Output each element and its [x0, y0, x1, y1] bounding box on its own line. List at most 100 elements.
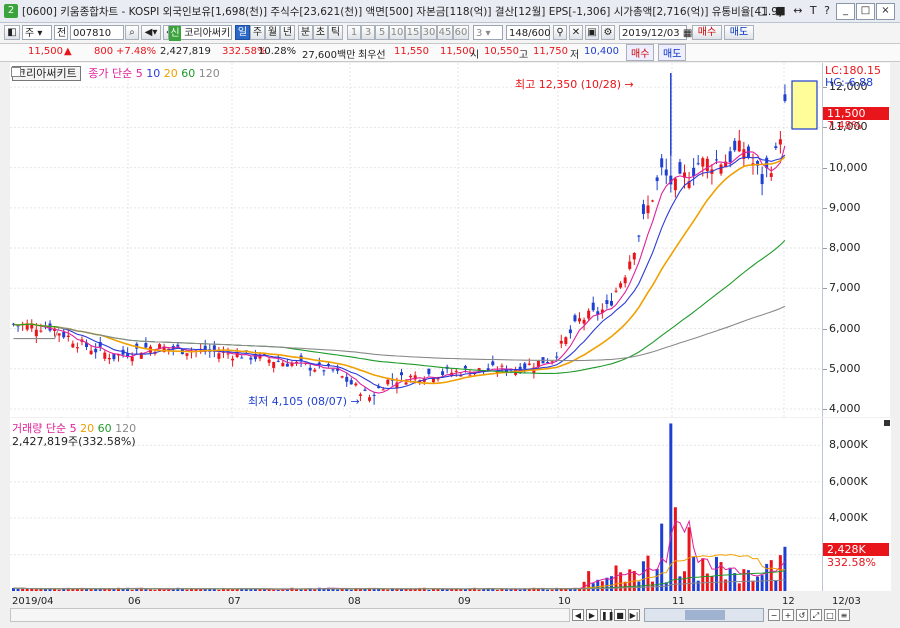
zoom-out-icon[interactable]: − — [768, 609, 780, 621]
candle-body — [714, 159, 718, 161]
stop-icon[interactable]: ■ — [614, 609, 626, 621]
zoom-scrollbar[interactable] — [644, 608, 764, 622]
reset-icon[interactable]: ↺ — [796, 609, 808, 621]
expand-icon[interactable]: □ — [824, 609, 836, 621]
quote-best-ask: 11,550 — [394, 46, 429, 57]
volume-bar — [724, 579, 728, 591]
date-value: 2019/12/03 — [622, 28, 680, 39]
stock-name-box[interactable]: 코리아써키트 — [12, 66, 81, 81]
period-year[interactable]: 년 — [280, 25, 295, 40]
volume-bar — [349, 589, 353, 591]
volume-menu-icon[interactable] — [884, 420, 890, 426]
candle-body — [176, 344, 180, 347]
play-icon[interactable]: ▶ — [586, 609, 598, 621]
stock-prefix[interactable]: 전 — [54, 25, 68, 40]
interval-3[interactable]: 3 — [361, 25, 375, 40]
candle-body — [619, 283, 623, 288]
volume-bar — [550, 589, 554, 591]
date-field[interactable]: 2019/12/03 ▦ — [619, 25, 692, 40]
current-price-pct: 7.48% — [827, 119, 862, 132]
buy-button[interactable]: 매수 — [692, 25, 722, 40]
fill-icon[interactable]: ■ — [775, 4, 785, 17]
zoom-thumb[interactable] — [685, 610, 725, 620]
interval-10[interactable]: 10 — [389, 25, 405, 40]
candle-body — [546, 361, 550, 363]
window-badge: 2 — [4, 4, 18, 18]
sound-icon[interactable]: ◀▾ — [141, 25, 161, 40]
interval-15[interactable]: 15 — [405, 25, 421, 40]
price-tick-mark-5 — [823, 288, 827, 290]
title-icon-group: □ ■ ↔ T ? — [753, 4, 830, 17]
resize-icon[interactable]: ↔ — [793, 4, 802, 17]
candle-body — [363, 389, 367, 391]
count-max: /600 — [528, 28, 551, 39]
search-settings-icon[interactable]: ⚲ — [553, 25, 567, 40]
candle-body — [331, 369, 335, 371]
fit-icon[interactable]: ⤢ — [810, 609, 822, 621]
interval-45[interactable]: 45 — [437, 25, 453, 40]
panel-toggle-icon[interactable]: ◧ — [4, 25, 20, 40]
candle-body — [272, 362, 276, 368]
stock-name: 코리아써키 — [184, 28, 231, 39]
sell-button[interactable]: 매도 — [724, 25, 754, 40]
text-icon[interactable]: T — [810, 4, 817, 17]
horizontal-scrollbar[interactable] — [10, 608, 570, 622]
market-select-value: 주 — [25, 28, 35, 39]
price-tick-mark-2 — [823, 167, 827, 169]
candle-body — [231, 358, 235, 361]
candle-body — [62, 331, 66, 338]
candle-body — [57, 333, 61, 336]
candle-body — [769, 173, 773, 177]
search-icon[interactable]: ⌕ — [125, 25, 139, 40]
settings-small-icon[interactable]: ≡ — [838, 609, 850, 621]
minimize-button[interactable]: _ — [836, 3, 855, 20]
crosshair-icon[interactable]: ✕ — [569, 25, 583, 40]
layout-icon[interactable]: □ — [757, 4, 767, 17]
period-day[interactable]: 일 — [235, 25, 250, 40]
volume-bar — [641, 561, 645, 591]
quote-volume: 2,427,819 — [160, 46, 211, 57]
close-button[interactable]: × — [876, 3, 895, 20]
quote-buy-button[interactable]: 매수 — [626, 44, 655, 61]
x-label-2: 07 — [228, 596, 241, 607]
volume-bar — [756, 576, 760, 591]
quote-sell-button[interactable]: 매도 — [658, 44, 687, 61]
volume-bar — [504, 589, 508, 591]
period-week[interactable]: 주 — [250, 25, 265, 40]
scroll-left-icon[interactable]: ◀ — [572, 609, 584, 621]
help-icon[interactable]: ? — [824, 4, 830, 17]
pause-icon[interactable]: ❚❚ — [600, 609, 614, 621]
volume-chart-panel[interactable]: 거래량 단순 5 20 60 120 2,427,819주(332.58%) — [10, 418, 822, 591]
volume-bar — [783, 546, 787, 591]
candle-body — [340, 376, 344, 378]
candle-body — [692, 167, 696, 177]
candle-body — [381, 389, 385, 391]
gear-icon[interactable]: ⚙ — [601, 25, 615, 40]
stock-name-field[interactable]: 신 코리아써키 — [168, 25, 232, 41]
price-chart-panel[interactable]: 코리아써키트 종가 단순 5 10 20 60 120 최고 12,350 (1… — [10, 63, 822, 417]
volume-bar — [728, 567, 732, 591]
period-minute[interactable]: 분 — [298, 25, 313, 40]
interval-select[interactable]: 3 ▾ — [473, 25, 503, 40]
volume-bar — [568, 589, 572, 591]
candle-body — [500, 365, 504, 367]
stock-code-input[interactable]: 007810 — [70, 25, 124, 40]
panel-menu-icon[interactable] — [11, 67, 21, 77]
interval-5[interactable]: 5 — [375, 25, 389, 40]
maximize-button[interactable]: □ — [856, 3, 875, 20]
step-icon[interactable]: ▶| — [628, 609, 640, 621]
save-icon[interactable]: ▣ — [585, 25, 599, 40]
candle-body — [605, 300, 609, 305]
volume-bar — [57, 589, 61, 591]
period-second[interactable]: 초 — [313, 25, 328, 40]
interval-60[interactable]: 60 — [453, 25, 469, 40]
count-field[interactable]: 148/600 — [506, 25, 551, 40]
price-tick-mark-6 — [823, 328, 827, 330]
market-select[interactable]: 주 ▾ — [22, 25, 52, 40]
period-tick[interactable]: 틱 — [328, 25, 343, 40]
period-month[interactable]: 월 — [265, 25, 280, 40]
interval-1[interactable]: 1 — [347, 25, 361, 40]
interval-30[interactable]: 30 — [421, 25, 437, 40]
ma10-line — [13, 154, 786, 389]
zoom-in-icon[interactable]: + — [782, 609, 794, 621]
